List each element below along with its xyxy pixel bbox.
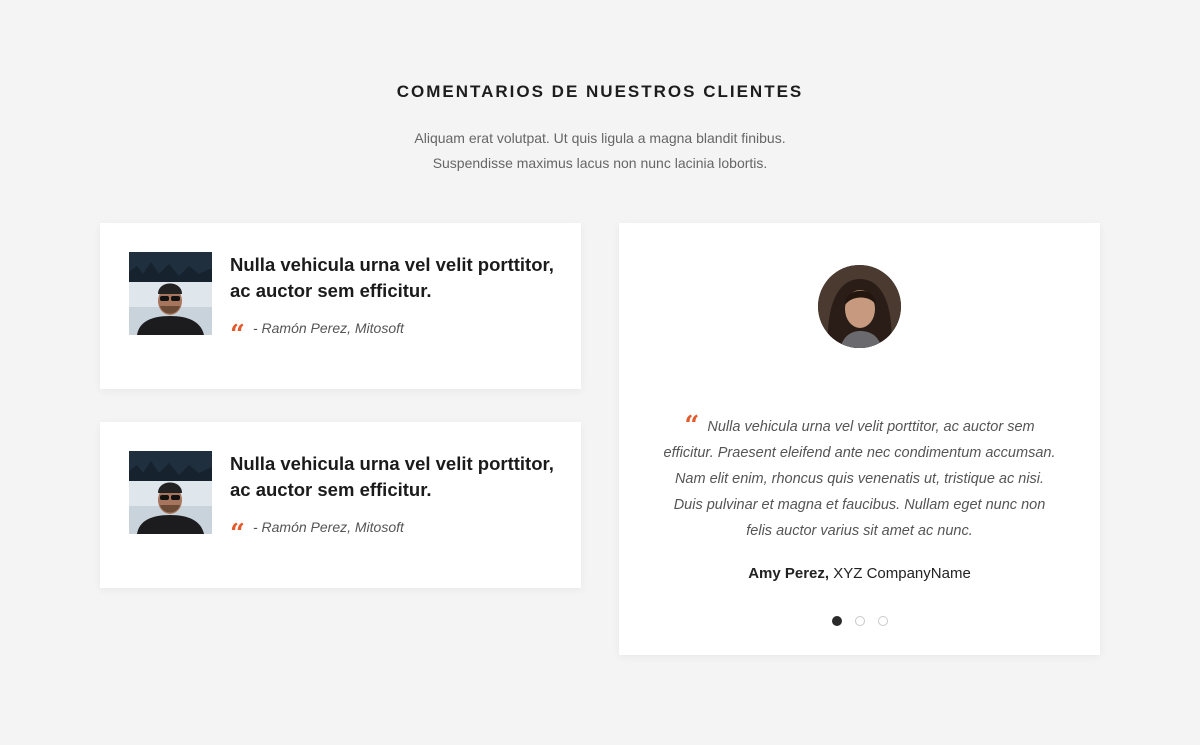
section-subtitle: Aliquam erat volutpat. Ut quis ligula a … — [0, 126, 1200, 176]
subtitle-line-1: Aliquam erat volutpat. Ut quis ligula a … — [414, 130, 786, 146]
testimonial-author: - Ramón Perez, Mitosoft — [252, 320, 404, 336]
author-row: “ - Ramón Perez, Mitosoft — [230, 518, 404, 549]
quote-icon: “ — [230, 320, 245, 350]
testimonial-quote: Nulla vehicula urna vel velit porttitor,… — [230, 453, 554, 500]
quote-icon: “ — [230, 519, 245, 549]
testimonial-quote: Nulla vehicula urna vel velit porttitor,… — [230, 254, 554, 301]
carousel-dots — [619, 616, 1100, 626]
carousel-dot-2[interactable] — [854, 616, 865, 626]
carousel-dot-3[interactable] — [877, 616, 888, 626]
testimonial-card: Nulla vehicula urna vel velit porttitor,… — [100, 223, 581, 389]
quote-icon: “ — [684, 411, 700, 441]
carousel-dot-1[interactable] — [831, 616, 842, 626]
testimonial-signature: Amy Perez, XYZ CompanyName — [619, 565, 1100, 582]
author-company: XYZ CompanyName — [833, 565, 971, 582]
featured-testimonial-card: “Nulla vehicula urna vel velit porttitor… — [619, 223, 1100, 655]
testimonial-body: Nulla vehicula urna vel velit porttitor,… — [663, 419, 1056, 539]
customer-photo — [129, 252, 212, 335]
section-title: COMENTARIOS DE NUESTROS CLIENTES — [396, 82, 804, 101]
avatar — [818, 265, 901, 348]
testimonial-author: - Ramón Perez, Mitosoft — [252, 519, 404, 535]
author-name: Amy Perez, — [748, 565, 830, 582]
featured-testimonial-text: “Nulla vehicula urna vel velit porttitor… — [659, 410, 1060, 544]
author-row: “ - Ramón Perez, Mitosoft — [230, 319, 404, 350]
subtitle-line-2: Suspendisse maximus lacus non nunc lacin… — [432, 155, 768, 171]
customer-photo — [129, 451, 212, 534]
testimonial-card: Nulla vehicula urna vel velit porttitor,… — [100, 422, 581, 588]
